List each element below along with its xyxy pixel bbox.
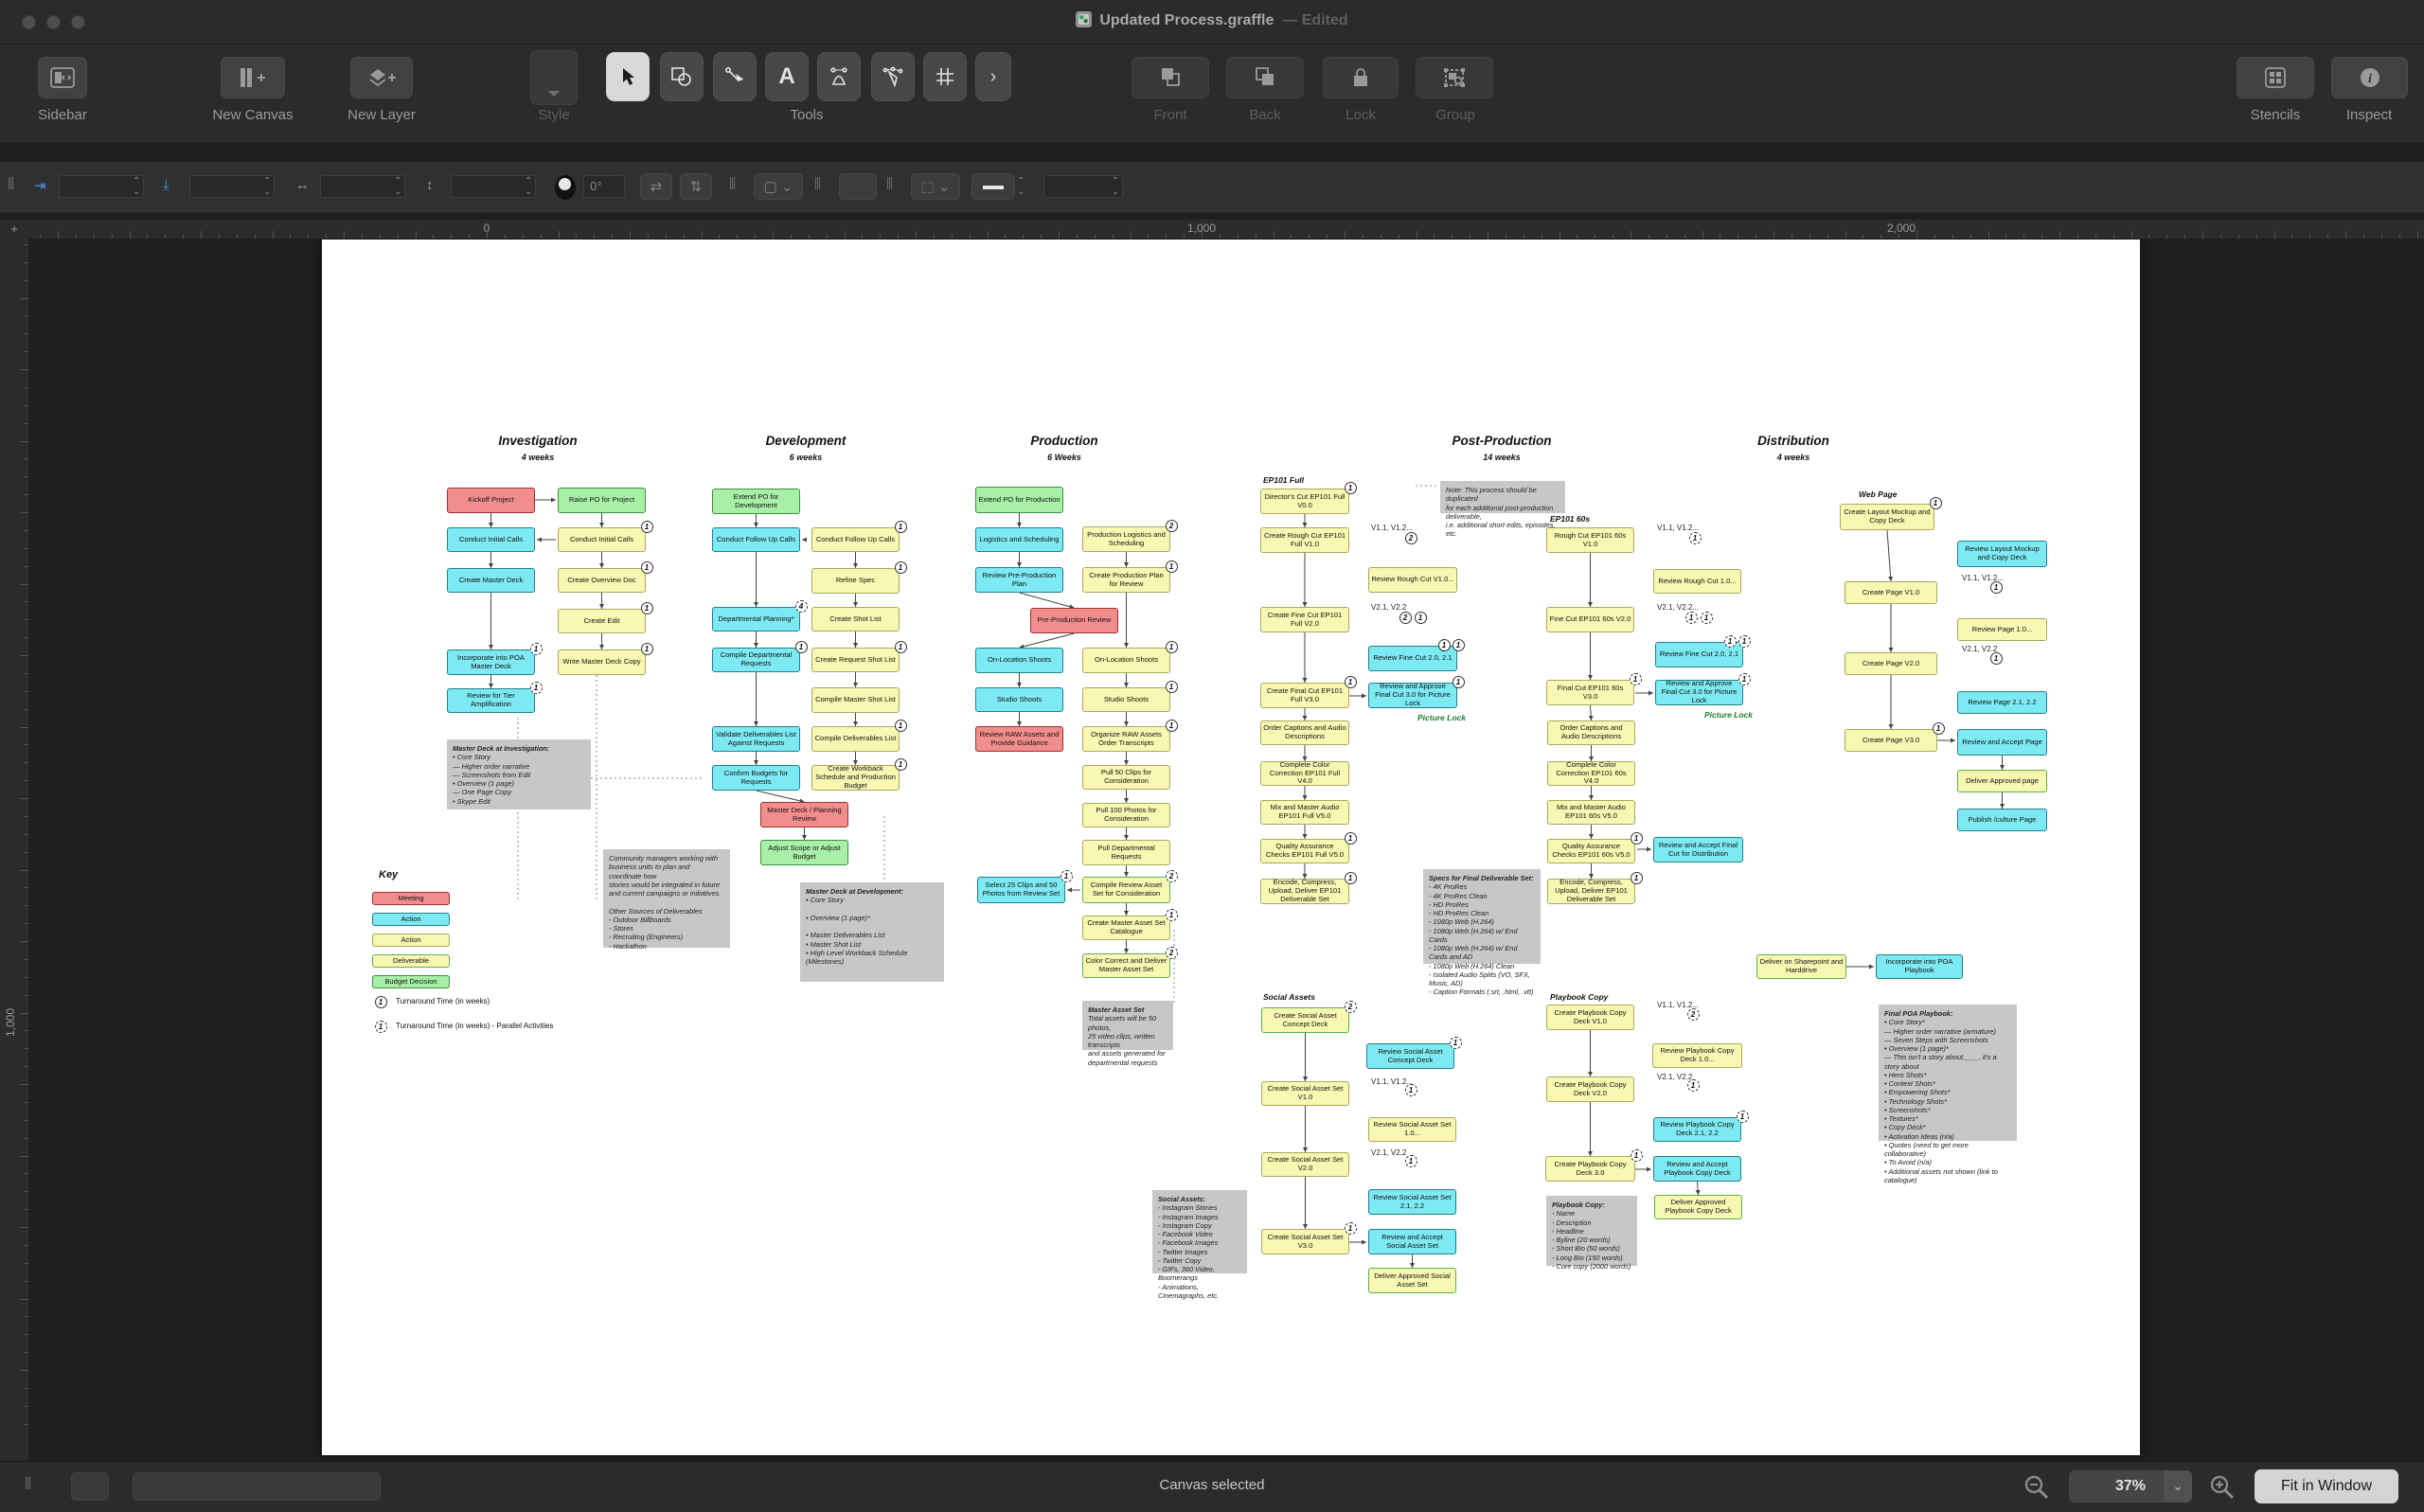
horizontal-ruler[interactable]: 01,0002,000: [28, 220, 2424, 240]
line-tool-icon: [724, 66, 745, 87]
fill-swatch-button[interactable]: [839, 173, 877, 200]
style-well: [530, 50, 578, 105]
text-tool-icon: A: [778, 63, 794, 90]
formatbar-separator-1: ⫴: [729, 175, 742, 198]
shape-tool-button[interactable]: [660, 52, 704, 101]
y-stepper[interactable]: ⌃⌄: [263, 176, 271, 197]
group-icon: [1442, 66, 1467, 89]
stroke-style-dropdown[interactable]: ⬚ ⌄: [911, 173, 960, 200]
more-tools-chevron-icon: ›: [990, 66, 997, 88]
group-button[interactable]: [1416, 57, 1493, 98]
selection-arrow-icon: [618, 66, 637, 87]
formatbar-drag-handle[interactable]: ⫴: [8, 175, 21, 198]
edited-indicator: — Edited: [1282, 12, 1347, 28]
status-bar: ⫴ Canvas selected 37% ⌄ Fit in Window: [0, 1461, 2424, 1512]
height-field[interactable]: [451, 175, 536, 198]
stencils-button[interactable]: [2237, 57, 2314, 98]
text-tool-button[interactable]: A: [765, 52, 809, 101]
width-icon: ↔: [295, 177, 310, 193]
y-position-field[interactable]: [189, 175, 275, 198]
artboard-tool-button[interactable]: [923, 52, 967, 101]
format-bar: ⫴ ⇥ ⌃⌄ ⤓ ⌃⌄ ↔ ⌃⌄ ↕ ⌃⌄ 0° ⇄ ⇅ ⫴ ▢ ⌄ ⫴ ⫴ ⬚…: [0, 162, 2424, 213]
zoom-dropdown-chevron-icon[interactable]: ⌄: [2164, 1470, 2192, 1503]
ruler-origin-marker: +: [0, 220, 28, 239]
line-weight-control[interactable]: [971, 173, 1015, 200]
front-label: Front: [1153, 107, 1186, 123]
height-icon: ↕: [426, 177, 434, 193]
sidebar-button[interactable]: [38, 57, 87, 98]
new-canvas-icon: [239, 66, 267, 89]
group-label: Group: [1435, 107, 1475, 123]
flip-vertical-button[interactable]: ⇅: [680, 173, 712, 200]
new-layer-label: New Layer: [348, 107, 416, 123]
style-label: Style: [538, 107, 569, 123]
front-icon: [1158, 66, 1183, 89]
extra-stepper[interactable]: ⌃⌄: [1112, 176, 1119, 197]
main-toolbar: Sidebar New Canvas New Layer Style A: [0, 44, 2424, 143]
inspect-button[interactable]: i: [2331, 57, 2408, 98]
new-layer-button[interactable]: [350, 57, 413, 98]
artboard-tool-icon: [935, 66, 955, 87]
lock-icon: [1351, 66, 1370, 89]
zoom-in-icon[interactable]: [2208, 1473, 2237, 1502]
title-bar: Updated Process.graffle — Edited: [0, 0, 2424, 44]
back-label: Back: [1249, 107, 1280, 123]
more-tools-button[interactable]: ›: [975, 52, 1011, 101]
stencils-label: Stencils: [2251, 107, 2301, 123]
flip-horizontal-button[interactable]: ⇄: [640, 173, 672, 200]
vertical-ruler-label: 1,000: [4, 1008, 17, 1037]
stencils-icon: [2264, 66, 2287, 89]
rotation-knob-icon[interactable]: [555, 175, 576, 200]
x-position-field[interactable]: [59, 175, 144, 198]
new-layer-icon: [367, 66, 396, 89]
front-button[interactable]: [1132, 57, 1209, 98]
back-icon: [1253, 66, 1277, 89]
formatbar-separator-3: ⫴: [886, 175, 900, 198]
style-swatch-icon: [546, 89, 561, 98]
status-message: Canvas selected: [0, 1477, 2424, 1493]
new-canvas-button[interactable]: [221, 57, 285, 98]
back-button[interactable]: [1226, 57, 1304, 98]
formatbar-separator-2: ⫴: [814, 175, 828, 198]
sidebar-label: Sidebar: [38, 107, 87, 123]
inspect-icon: i: [2359, 66, 2381, 89]
x-stepper[interactable]: ⌃⌄: [133, 176, 140, 197]
line-weight-stepper[interactable]: ⌃⌄: [1017, 176, 1025, 197]
zoom-out-icon[interactable]: [2023, 1473, 2051, 1502]
height-stepper[interactable]: ⌃⌄: [525, 176, 532, 197]
vertical-ruler[interactable]: 1,000: [0, 239, 29, 1461]
rotation-field[interactable]: 0°: [583, 175, 625, 198]
ruler-label: 2,000: [1887, 222, 1916, 235]
inspect-label: Inspect: [2346, 107, 2392, 123]
tools-label: Tools: [790, 107, 823, 123]
x-position-icon: ⇥: [34, 177, 46, 194]
width-field[interactable]: [320, 175, 405, 198]
point-editor-icon: [882, 66, 904, 87]
new-canvas-label: New Canvas: [212, 107, 293, 123]
document-page[interactable]: [322, 240, 2140, 1455]
svg-text:i: i: [2368, 72, 2372, 86]
pen-tool-button[interactable]: [817, 52, 861, 101]
fit-in-window-button[interactable]: Fit in Window: [2255, 1469, 2398, 1503]
document-icon: [1076, 11, 1092, 27]
selection-tool-button[interactable]: [606, 52, 650, 101]
fill-style-dropdown[interactable]: ▢ ⌄: [754, 173, 803, 200]
sidebar-icon: [50, 67, 75, 88]
window-title: Updated Process.graffle — Edited: [0, 11, 2424, 29]
line-tool-button[interactable]: [713, 52, 757, 101]
shape-tool-icon: [670, 66, 693, 87]
pen-tool-icon: [828, 66, 850, 87]
point-editor-tool-button[interactable]: [871, 52, 915, 101]
width-stepper[interactable]: ⌃⌄: [394, 176, 401, 197]
lock-label: Lock: [1346, 107, 1376, 123]
canvas-viewport[interactable]: Kickoff ProjectConduct Initial CallsCrea…: [28, 239, 2424, 1461]
y-position-icon: ⤓: [163, 177, 169, 193]
lock-button[interactable]: [1323, 57, 1399, 98]
